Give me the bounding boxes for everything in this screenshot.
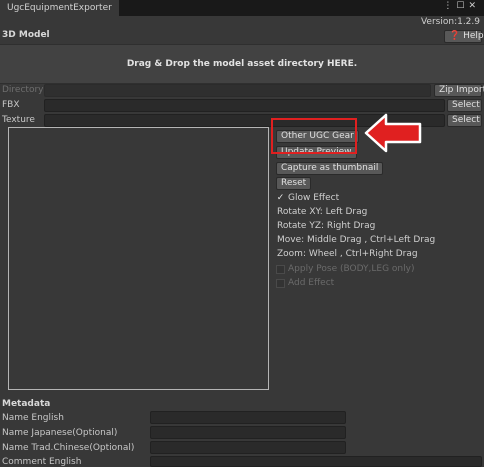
- add-effect-toggle: Add Effect: [276, 278, 334, 288]
- help-button[interactable]: ❓ Help: [444, 30, 484, 43]
- hint-zoom: Zoom: Wheel , Ctrl+Right Drag: [277, 249, 418, 259]
- comment-english-label: Comment English: [2, 457, 82, 467]
- drop-zone[interactable]: Drag & Drop the model asset directory HE…: [0, 44, 484, 84]
- comment-english-field[interactable]: [150, 456, 482, 467]
- name-english-field[interactable]: [150, 411, 346, 424]
- name-trad-chinese-field[interactable]: [150, 441, 346, 454]
- reset-button[interactable]: Reset: [276, 177, 312, 190]
- apply-pose-toggle: Apply Pose (BODY,LEG only): [276, 264, 414, 274]
- section-title-metadata: Metadata: [2, 399, 51, 409]
- window-controls: ⋮☐✕: [443, 1, 480, 11]
- name-japanese-field[interactable]: [150, 426, 346, 439]
- texture-select-button[interactable]: Select: [447, 114, 482, 127]
- name-japanese-label: Name Japanese(Optional): [2, 428, 118, 438]
- apply-pose-label: Apply Pose (BODY,LEG only): [288, 264, 415, 274]
- annotation-highlight-box: [271, 118, 357, 154]
- checkbox-icon: [276, 264, 285, 274]
- section-title-3d-model: 3D Model: [2, 30, 50, 40]
- checkmark-icon[interactable]: ✓: [276, 193, 285, 203]
- texture-label: Texture: [2, 115, 35, 125]
- close-icon[interactable]: ✕: [468, 1, 480, 11]
- name-english-label: Name English: [2, 413, 64, 423]
- zip-import-button[interactable]: Zip Import: [434, 84, 484, 97]
- model-preview[interactable]: [8, 127, 269, 390]
- fbx-select-button[interactable]: Select: [447, 99, 482, 112]
- hint-rotate-xy: Rotate XY: Left Drag: [277, 207, 368, 217]
- hint-rotate-yz: Rotate YZ: Right Drag: [277, 221, 376, 231]
- hint-move: Move: Middle Drag , Ctrl+Left Drag: [277, 235, 436, 245]
- maximize-icon[interactable]: ☐: [456, 1, 468, 11]
- more-vert-icon[interactable]: ⋮: [443, 1, 456, 11]
- capture-thumbnail-button[interactable]: Capture as thumbnail: [276, 162, 384, 175]
- help-label: Help: [463, 31, 484, 41]
- annotation-arrow-icon: [364, 113, 422, 153]
- window-tab[interactable]: UgcEquipmentExporter: [0, 0, 119, 16]
- directory-field: [44, 84, 431, 97]
- fbx-field[interactable]: [44, 99, 445, 112]
- directory-label: Directory: [2, 85, 44, 95]
- glow-effect-label: Glow Effect: [288, 193, 340, 203]
- add-effect-label: Add Effect: [288, 278, 335, 288]
- glow-effect-toggle[interactable]: ✓ Glow Effect: [276, 193, 339, 203]
- fbx-label: FBX: [2, 100, 20, 110]
- version-label: Version:1.2.9: [420, 17, 480, 27]
- name-trad-chinese-label: Name Trad.Chinese(Optional): [2, 443, 135, 453]
- checkbox-icon: [276, 278, 285, 288]
- help-icon: ❓: [449, 31, 461, 41]
